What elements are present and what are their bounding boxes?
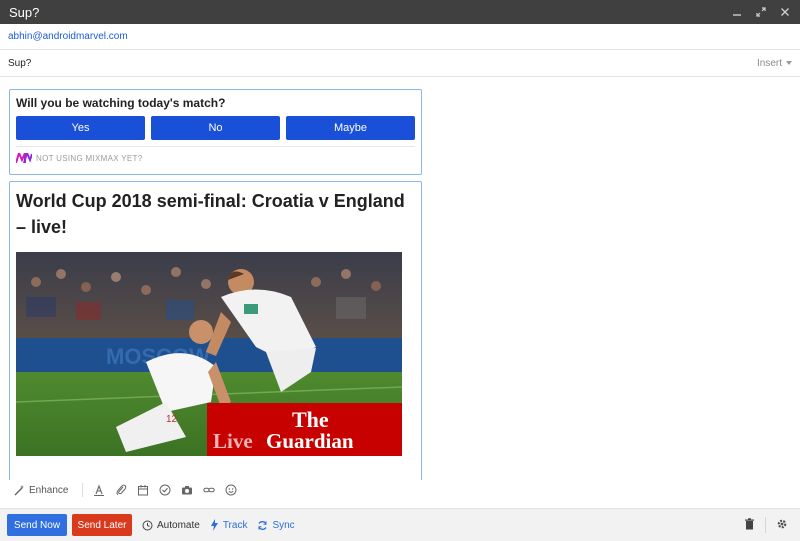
toolbar-divider xyxy=(82,483,84,497)
enhance-label: Enhance xyxy=(29,484,69,496)
minimize-icon[interactable] xyxy=(731,6,743,18)
poll-option-no[interactable]: No xyxy=(151,116,280,140)
enhance-button[interactable]: Enhance xyxy=(14,484,69,496)
mixmax-promo-text: NOT USING MIXMAX YET? xyxy=(36,153,143,163)
action-bar-right xyxy=(744,517,800,533)
close-icon[interactable] xyxy=(779,6,791,18)
clock-icon xyxy=(142,520,153,530)
send-later-button[interactable]: Send Later xyxy=(72,514,132,536)
settings-icon[interactable] xyxy=(776,518,788,533)
emoji-icon[interactable] xyxy=(225,484,237,496)
text-format-icon[interactable] xyxy=(93,484,105,496)
window-controls xyxy=(731,6,791,18)
check-circle-icon[interactable] xyxy=(159,484,171,496)
action-bar: Send Now Send Later Automate Track Sync xyxy=(0,508,800,541)
poll-option-yes[interactable]: Yes xyxy=(16,116,145,140)
action-divider xyxy=(765,517,766,533)
lightning-icon xyxy=(210,519,218,531)
subject-text[interactable]: Sup? xyxy=(8,58,31,69)
link-icon[interactable] xyxy=(203,484,216,496)
article-image[interactable]: MOSCOW 12 The Live Guardian xyxy=(16,252,402,456)
mixmax-promo[interactable]: NOT USING MIXMAX YET? xyxy=(16,153,142,163)
recipient-field[interactable]: abhin@androidmarvel.com xyxy=(0,24,800,50)
sync-button[interactable]: Sync xyxy=(257,519,295,531)
recipient-email[interactable]: abhin@androidmarvel.com xyxy=(8,31,128,42)
article-headline[interactable]: World Cup 2018 semi-final: Croatia v Eng… xyxy=(16,188,411,240)
window-title-bar: Sup? xyxy=(0,0,800,24)
camera-icon[interactable] xyxy=(181,484,193,496)
expand-icon[interactable] xyxy=(755,6,767,18)
poll-option-maybe[interactable]: Maybe xyxy=(286,116,415,140)
subject-field[interactable]: Sup? Insert xyxy=(0,50,800,77)
track-button[interactable]: Track xyxy=(210,519,248,531)
poll-question: Will you be watching today's match? xyxy=(16,96,226,110)
insert-dropdown[interactable]: Insert xyxy=(757,58,792,69)
jersey-number: 12 xyxy=(166,414,178,425)
football-photo: MOSCOW 12 The Live Guardian xyxy=(16,252,402,456)
chevron-down-icon xyxy=(786,61,792,65)
window-title: Sup? xyxy=(9,4,40,20)
format-toolbar: Enhance xyxy=(0,480,800,500)
mixmax-logo-icon xyxy=(16,153,32,163)
insert-label: Insert xyxy=(756,57,782,69)
track-label: Track xyxy=(222,519,248,531)
trash-icon[interactable] xyxy=(744,517,755,533)
calendar-icon[interactable] xyxy=(137,484,149,496)
badge-guardian: Guardian xyxy=(266,429,354,453)
divider xyxy=(16,146,415,147)
automate-button[interactable]: Automate xyxy=(142,520,200,531)
magic-wand-icon xyxy=(14,484,24,495)
automate-label: Automate xyxy=(157,519,200,531)
badge-live: Live xyxy=(213,429,253,453)
article-card[interactable]: World Cup 2018 semi-final: Croatia v Eng… xyxy=(9,181,422,480)
poll-card: Will you be watching today's match? Yes … xyxy=(9,89,422,175)
send-now-button[interactable]: Send Now xyxy=(7,514,67,536)
sync-icon xyxy=(258,520,268,530)
sync-label: Sync xyxy=(272,519,295,531)
attach-icon[interactable] xyxy=(115,484,127,496)
